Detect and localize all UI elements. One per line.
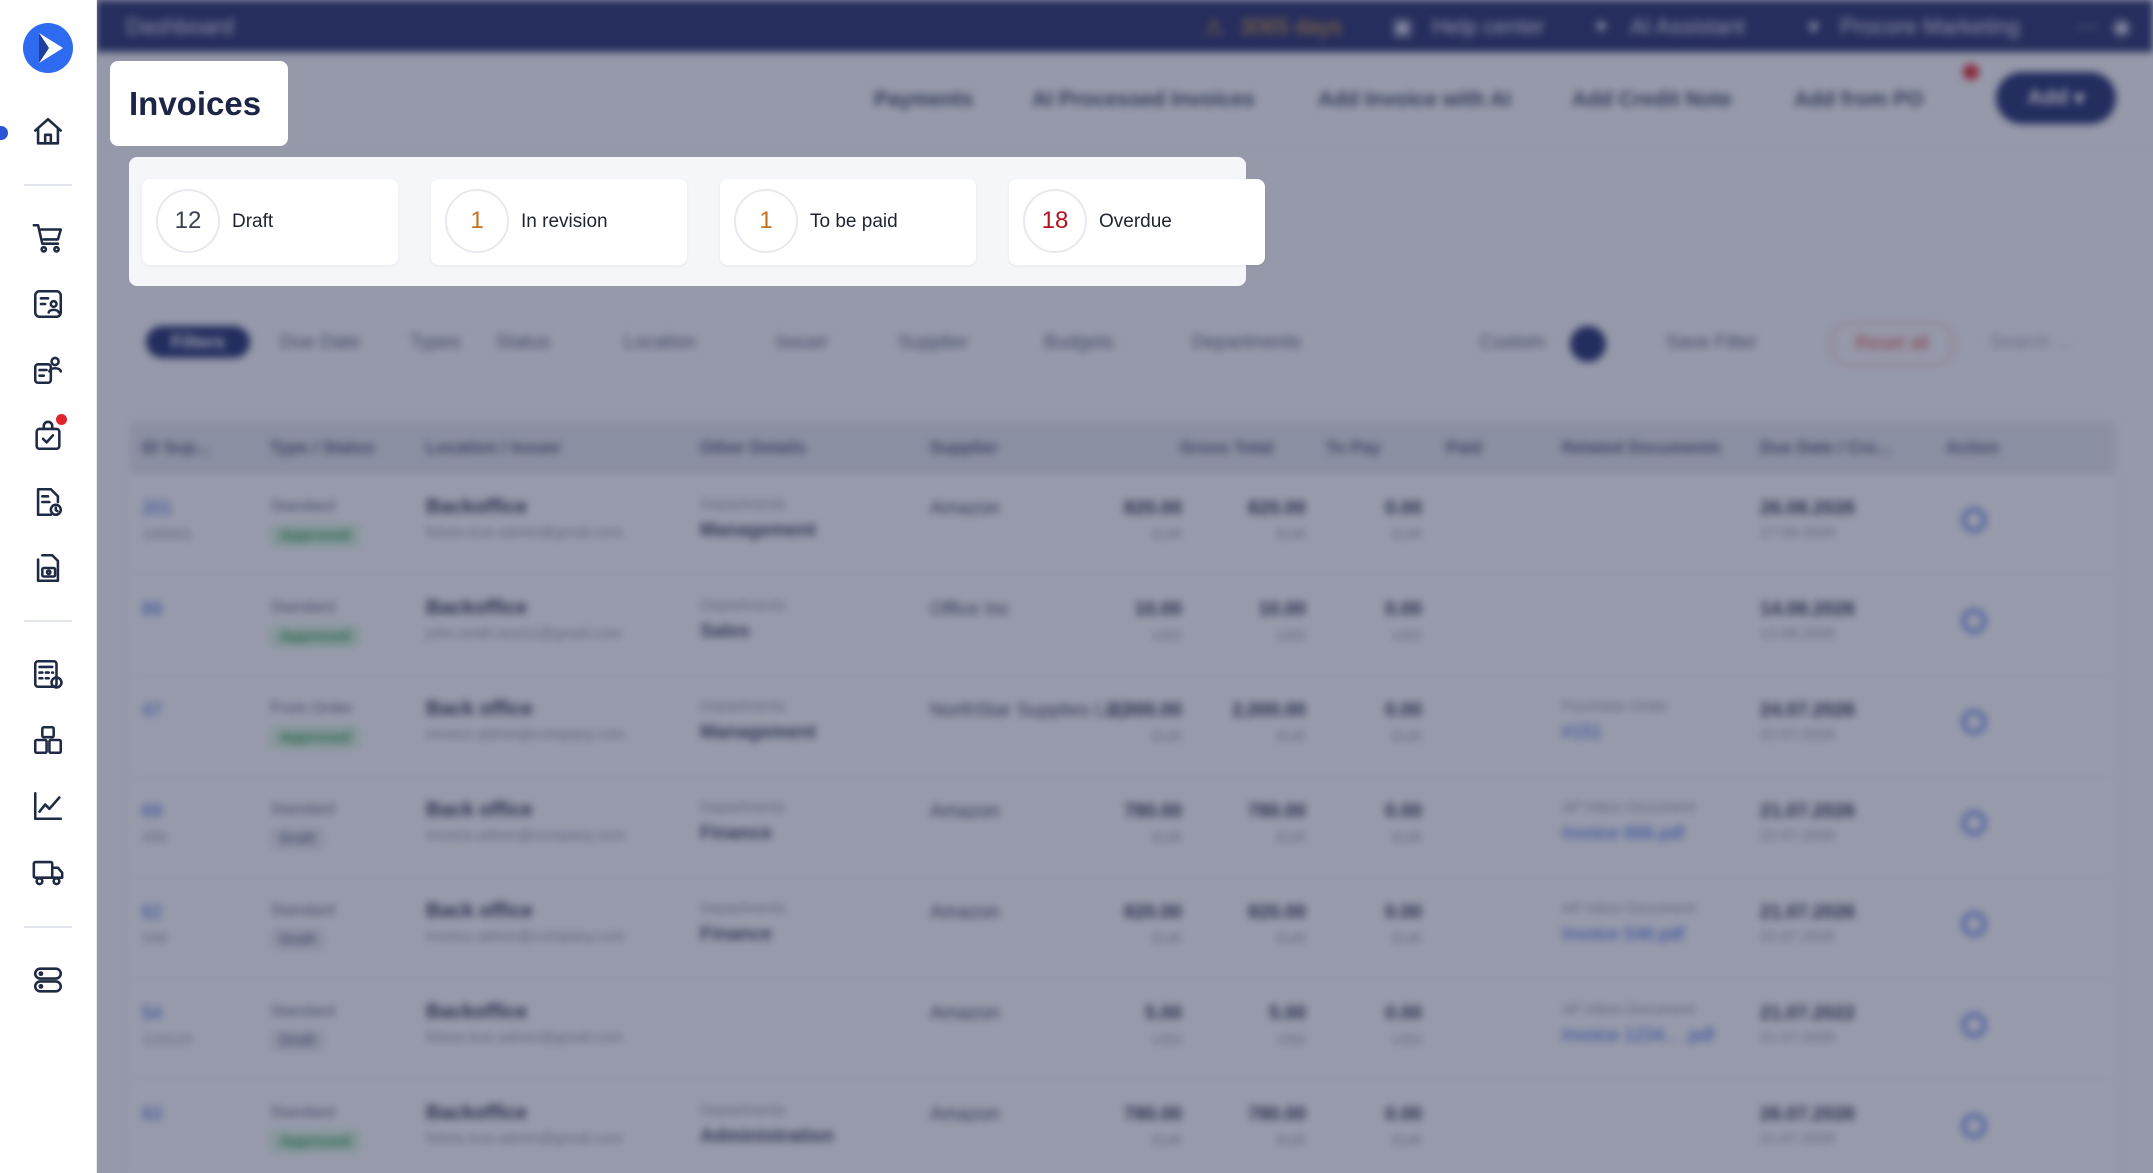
payment-doc-icon xyxy=(36,553,60,583)
status-card-draft[interactable]: 12 Draft xyxy=(142,179,398,265)
sidebar-item-budgets[interactable] xyxy=(28,654,68,694)
sidebar-item-purchasing[interactable] xyxy=(28,218,68,258)
sidebar-divider xyxy=(24,620,72,622)
status-count: 1 xyxy=(734,189,798,253)
sidebar-item-home[interactable] xyxy=(28,112,68,152)
status-summary: 12 Draft 1 In revision 1 To be paid 18 O… xyxy=(129,157,1265,286)
sidebar-item-invoices[interactable] xyxy=(28,482,68,522)
status-label: To be paid xyxy=(810,211,898,232)
sidebar-item-suppliers[interactable] xyxy=(28,350,68,390)
sidebar-item-inventory[interactable] xyxy=(28,720,68,760)
status-card-in-revision[interactable]: 1 In revision xyxy=(431,179,687,265)
status-label: Draft xyxy=(232,211,274,232)
sidebar-item-requests[interactable] xyxy=(28,284,68,324)
status-card-to-be-paid[interactable]: 1 To be paid xyxy=(720,179,976,265)
cart-icon xyxy=(32,223,63,253)
status-label: In revision xyxy=(521,211,608,232)
sidebar-divider xyxy=(24,184,72,186)
calculator-icon xyxy=(33,659,63,689)
status-count: 12 xyxy=(156,189,220,253)
page-title-highlight: Invoices xyxy=(110,61,288,146)
sidebar-divider xyxy=(24,926,72,928)
boxes-icon xyxy=(33,725,63,755)
supplier-icon xyxy=(33,356,63,385)
server-icon xyxy=(33,967,63,993)
app-logo-icon[interactable] xyxy=(22,22,74,74)
sidebar xyxy=(0,0,97,1173)
active-nav-indicator xyxy=(0,126,8,140)
status-count: 1 xyxy=(445,189,509,253)
sidebar-item-approvals[interactable] xyxy=(28,412,69,456)
chart-line-icon xyxy=(33,791,63,821)
truck-icon xyxy=(32,860,64,886)
sidebar-item-deliveries[interactable] xyxy=(28,852,68,892)
sidebar-item-payments[interactable] xyxy=(28,548,68,588)
status-card-overdue[interactable]: 18 Overdue xyxy=(1009,179,1265,265)
status-count: 18 xyxy=(1023,189,1087,253)
home-icon xyxy=(33,117,63,145)
sidebar-item-integrations[interactable] xyxy=(28,960,68,1000)
sidebar-item-analytics[interactable] xyxy=(28,786,68,826)
document-user-icon xyxy=(33,289,63,319)
invoice-icon xyxy=(36,487,63,517)
notification-dot xyxy=(54,412,69,427)
status-label: Overdue xyxy=(1099,211,1172,232)
page-title: Invoices xyxy=(129,84,262,122)
